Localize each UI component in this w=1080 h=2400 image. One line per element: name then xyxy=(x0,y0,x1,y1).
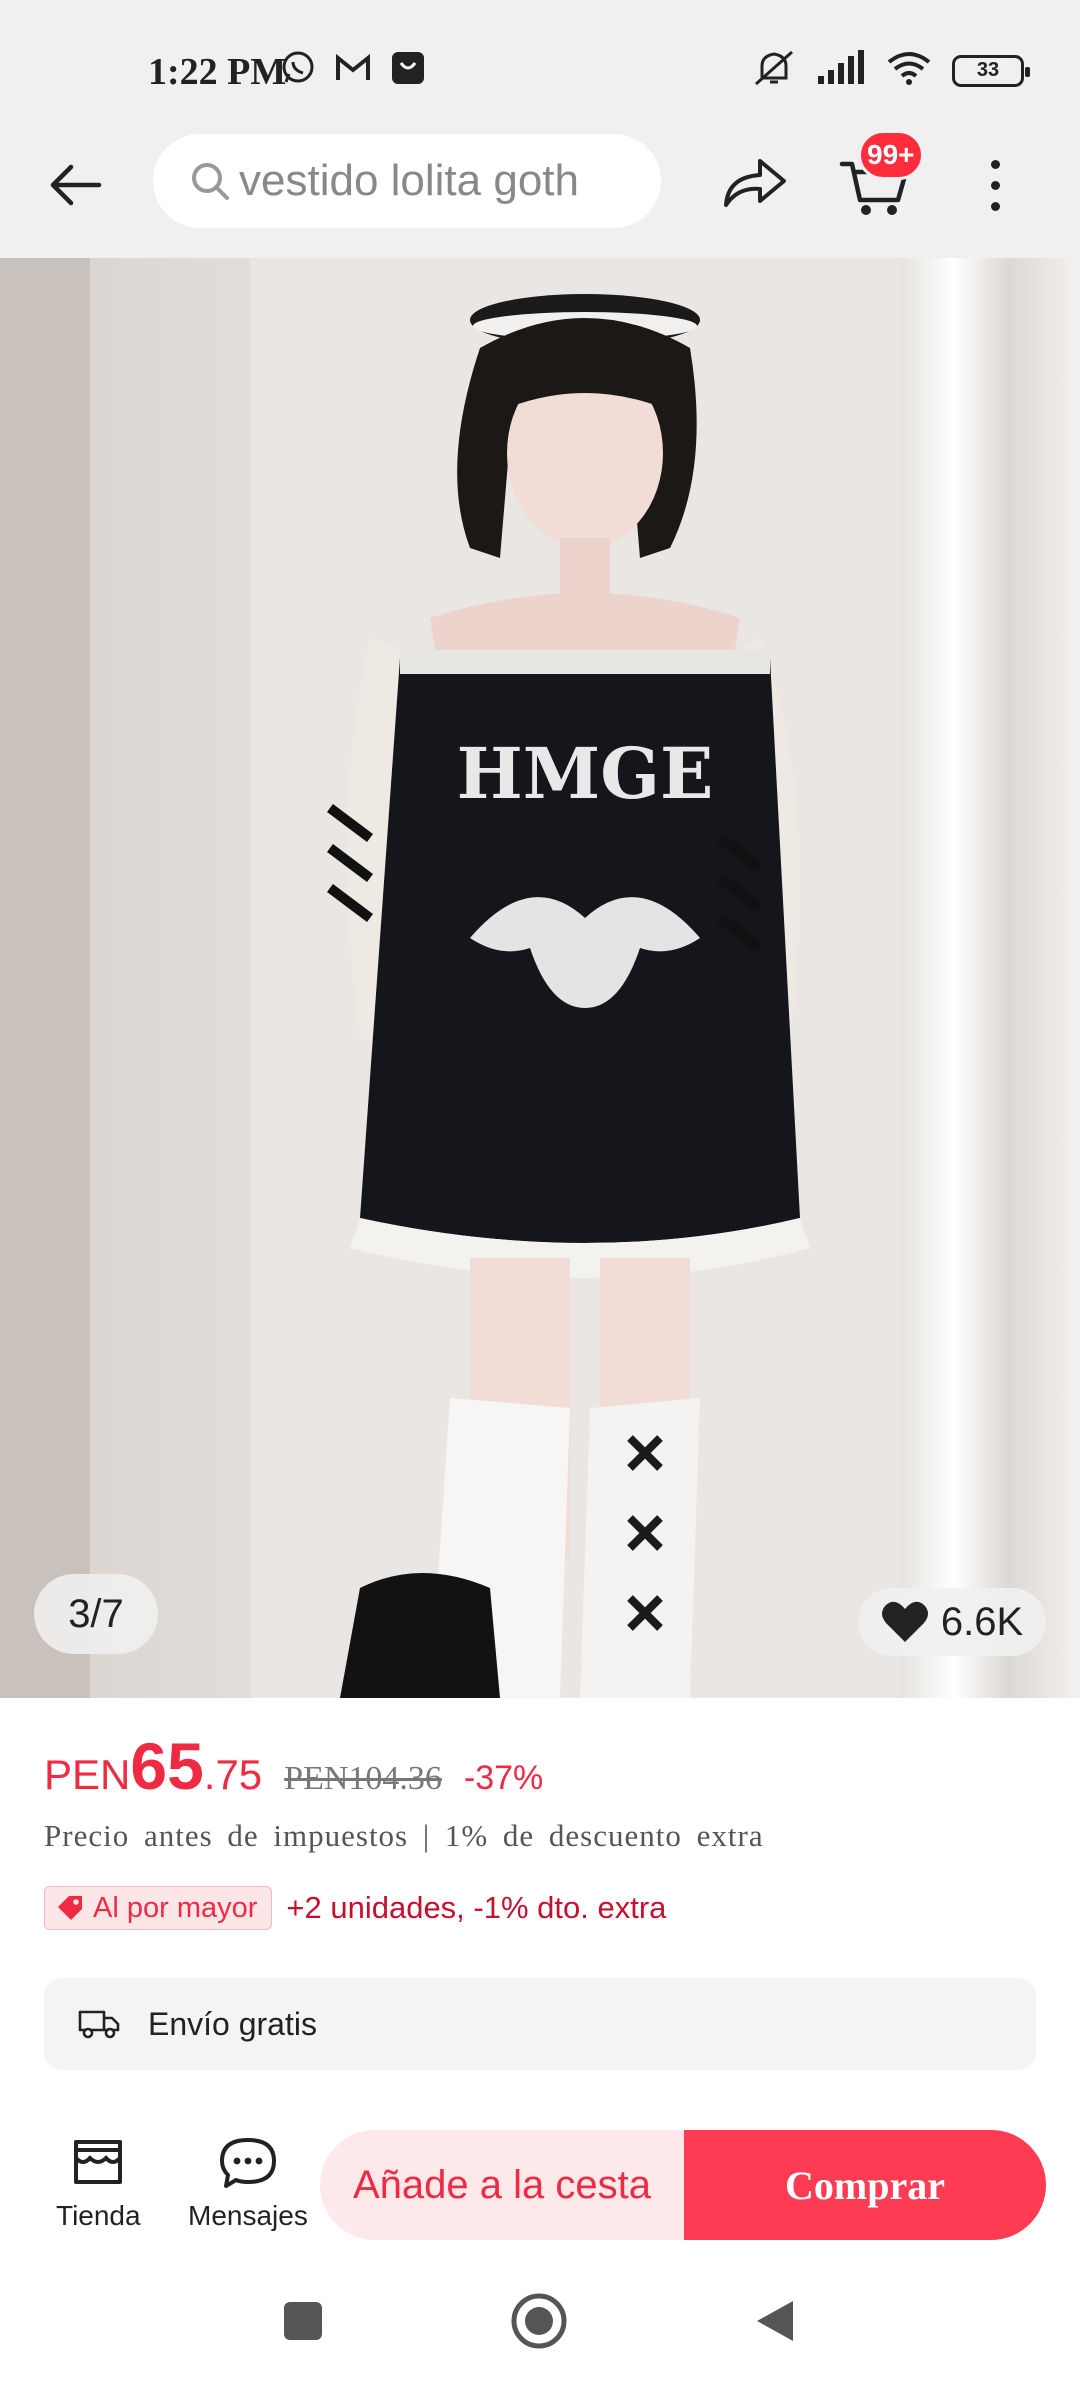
tax-note: Precio antes de impuestos | 1% de descue… xyxy=(44,1818,764,1853)
heart-icon xyxy=(881,1601,928,1642)
status-time: 1:22 PM xyxy=(148,51,287,93)
search-query: vestido lolita goth xyxy=(239,156,579,205)
system-nav-bar xyxy=(0,2260,1080,2400)
product-photo: HMGE xyxy=(0,258,1080,1698)
battery-icon: 33 xyxy=(952,54,1030,87)
search-icon xyxy=(189,160,231,202)
price-decimal: .75 xyxy=(203,1751,263,1798)
store-label: Tienda xyxy=(56,2200,141,2231)
bottom-action-bar: Tienda Mensajes Añade a la cesta Comprar xyxy=(0,2110,1080,2260)
wholesale-row[interactable]: Al por mayor +2 unidades, -1% dto. extra xyxy=(44,1886,666,1930)
add-to-cart-button[interactable]: Añade a la cesta xyxy=(320,2130,684,2240)
back-button[interactable] xyxy=(40,150,110,220)
price-row: PEN 65 .75 PEN104.36 -37% xyxy=(44,1728,543,1804)
shipping-label: Envío gratis xyxy=(148,2005,317,2042)
favorite-count: 6.6K xyxy=(940,1599,1024,1644)
system-icons: 33 xyxy=(752,48,1030,93)
buy-now-button[interactable]: Comprar xyxy=(684,2130,1046,2240)
price-currency: PEN xyxy=(44,1751,131,1798)
gmail-icon xyxy=(334,52,372,89)
messages-label: Mensajes xyxy=(188,2200,308,2231)
store-button[interactable]: Tienda xyxy=(56,2136,141,2232)
price-tag-icon xyxy=(58,1896,82,1920)
whatsapp-icon xyxy=(280,50,316,91)
truck-icon xyxy=(78,2010,120,2039)
product-image-gallery[interactable]: HMGE 3/7 6.6K xyxy=(0,258,1080,1698)
price-integer: 65 xyxy=(130,1729,204,1803)
status-bar: 1:22 PM 33 xyxy=(0,0,1080,130)
shipping-info[interactable]: Envío gratis xyxy=(44,1978,1036,2070)
messages-button[interactable]: Mensajes xyxy=(188,2136,308,2232)
wholesale-offer: +2 unidades, -1% dto. extra xyxy=(286,1890,667,1925)
more-dot-icon xyxy=(990,180,1000,190)
wifi-icon xyxy=(886,50,932,91)
store-icon xyxy=(74,2140,123,2184)
favorite-button[interactable]: 6.6K xyxy=(858,1588,1046,1656)
home-button[interactable] xyxy=(504,2286,574,2356)
discount-badge: -37% xyxy=(463,1759,544,1797)
share-icon xyxy=(724,159,786,207)
share-button[interactable] xyxy=(718,148,792,218)
home-icon xyxy=(511,2293,567,2349)
back-triangle-icon xyxy=(757,2301,793,2341)
back-arrow-icon xyxy=(50,164,102,206)
chat-icon xyxy=(219,2138,276,2188)
more-dot-icon xyxy=(990,201,1000,211)
recents-button[interactable] xyxy=(268,2286,338,2356)
search-bar[interactable]: vestido lolita goth xyxy=(153,134,661,228)
more-dot-icon xyxy=(990,159,1000,169)
image-counter: 3/7 xyxy=(34,1574,158,1654)
top-bar: vestido lolita goth 99+ xyxy=(0,130,1080,258)
wholesale-tag: Al por mayor xyxy=(44,1886,273,1930)
original-price: PEN104.36 xyxy=(284,1760,442,1797)
more-options-button[interactable] xyxy=(975,150,1015,220)
wholesale-tag-label: Al por mayor xyxy=(93,1891,258,1924)
shopping-app-icon xyxy=(390,50,426,91)
svg-text:HMGE: HMGE xyxy=(457,732,714,815)
back-nav-button[interactable] xyxy=(740,2286,810,2356)
mute-icon xyxy=(752,48,796,93)
recents-icon xyxy=(284,2302,322,2340)
notification-icons xyxy=(280,50,426,91)
signal-icon xyxy=(816,50,866,91)
cart-count-badge: 99+ xyxy=(858,130,924,180)
